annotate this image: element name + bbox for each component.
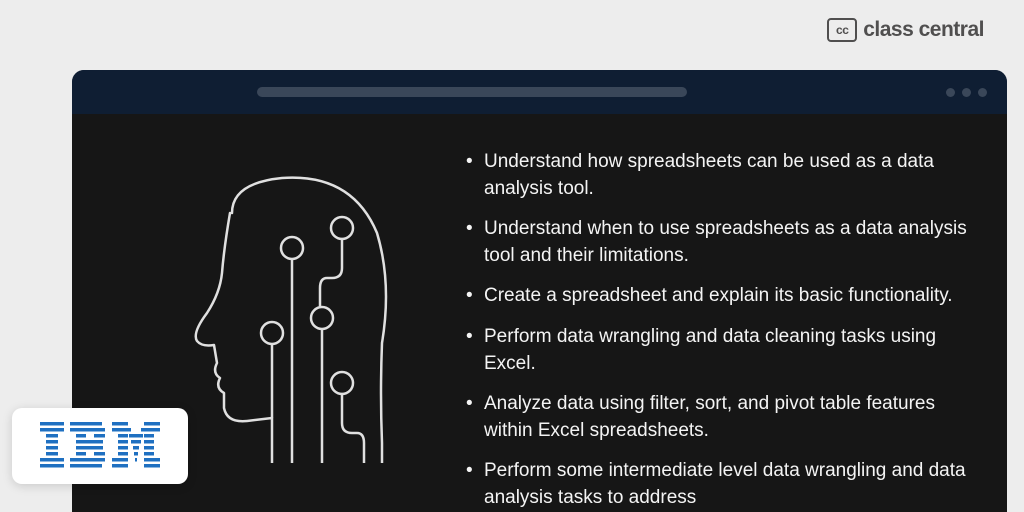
cc-badge-icon: cc	[827, 18, 857, 42]
cc-badge-text: cc	[836, 23, 848, 37]
window-dot	[946, 88, 955, 97]
class-central-logo[interactable]: cc class central	[827, 18, 984, 42]
browser-mockup: Understand how spreadsheets can be used …	[72, 70, 1007, 512]
browser-top-bar	[72, 70, 1007, 114]
url-bar-placeholder	[257, 87, 687, 97]
learning-objectives: Understand how spreadsheets can be used …	[452, 144, 967, 482]
bullet-item: Perform some intermediate level data wra…	[462, 458, 967, 511]
bullet-item: Understand how spreadsheets can be used …	[462, 149, 967, 202]
bullet-item: Understand when to use spreadsheets as a…	[462, 216, 967, 269]
window-dot	[978, 88, 987, 97]
brand-name: class central	[863, 18, 984, 42]
window-controls	[946, 88, 987, 97]
bullet-item: Analyze data using filter, sort, and piv…	[462, 391, 967, 444]
slide-content: Understand how spreadsheets can be used …	[72, 114, 1007, 512]
window-dot	[962, 88, 971, 97]
ibm-logo-icon	[40, 422, 160, 470]
bullet-item: Perform data wrangling and data cleaning…	[462, 324, 967, 377]
bullet-item: Create a spreadsheet and explain its bas…	[462, 283, 967, 310]
provider-badge[interactable]	[12, 408, 188, 484]
